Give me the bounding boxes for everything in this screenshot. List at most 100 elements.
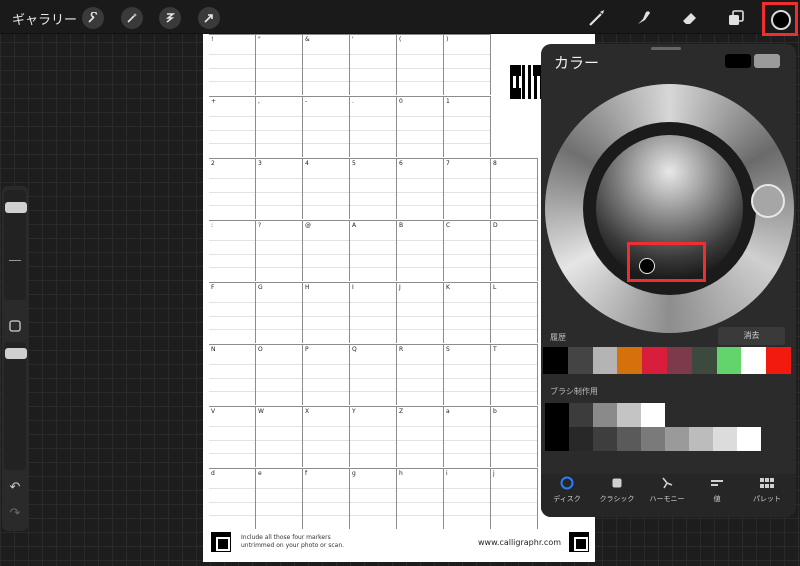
opacity-thumb[interactable] (5, 347, 27, 359)
history-swatch[interactable] (567, 347, 593, 374)
grid-cell: Q (350, 344, 397, 405)
eraser-icon[interactable] (678, 6, 702, 30)
grid-cell: 7 (444, 158, 491, 219)
tab-disc[interactable]: ディスク (543, 476, 591, 504)
brush-swatch[interactable] (617, 403, 641, 427)
qr-code (510, 65, 544, 99)
cell-label: G (258, 284, 263, 291)
grid-cell: , (256, 96, 303, 157)
grid-cell: W (256, 406, 303, 467)
cell-label: N (211, 346, 216, 353)
brush-swatch[interactable] (545, 403, 569, 427)
cell-label: P (305, 346, 309, 353)
wand-icon[interactable] (121, 7, 143, 29)
grid-cell: B (397, 220, 444, 281)
grid-cell: + (209, 96, 256, 157)
tab-label: クラシック (599, 495, 635, 503)
clear-history-button[interactable]: 消去 (718, 327, 785, 345)
history-swatch[interactable] (766, 347, 791, 374)
grid-cell: 6 (397, 158, 444, 219)
modify-button[interactable] (2, 320, 28, 336)
tab-harmony[interactable]: ハーモニー (643, 476, 691, 504)
brush-palette-label: ブラシ制作用 (550, 387, 598, 396)
undo-icon[interactable]: ↶ (2, 480, 28, 495)
history-swatch[interactable] (543, 347, 568, 374)
history-swatch[interactable] (716, 347, 742, 374)
redo-icon[interactable]: ↷ (2, 506, 28, 521)
cell-label: 8 (493, 160, 497, 167)
history-swatch[interactable] (642, 347, 667, 374)
grid-cell: . (350, 96, 397, 157)
history-swatch[interactable] (666, 347, 692, 374)
brush-swatch[interactable] (593, 403, 617, 427)
tab-sliders[interactable]: 値 (693, 476, 741, 504)
cell-label: 7 (446, 160, 450, 167)
cell-label: I (352, 284, 354, 291)
brush-swatch[interactable] (593, 427, 617, 451)
grid-row: :? @ A B C D (209, 220, 539, 281)
brush-swatch[interactable] (569, 403, 593, 427)
hue-knob[interactable] (751, 184, 785, 218)
grid-cell: T (491, 344, 538, 405)
brush-icon[interactable] (585, 6, 609, 30)
brush-swatch[interactable] (545, 427, 569, 451)
cell-label: : (211, 222, 214, 229)
brush-swatch[interactable] (641, 403, 665, 427)
wrench-icon[interactable] (82, 7, 104, 29)
transform-icon[interactable] (198, 7, 220, 29)
disc-icon (543, 476, 591, 494)
tab-square[interactable]: クラシック (593, 476, 641, 504)
brush-swatch[interactable] (689, 427, 713, 451)
top-toolbar: ギャラリー (0, 0, 800, 36)
sliders-icon (693, 476, 741, 494)
gallery-button[interactable]: ギャラリー (12, 9, 77, 28)
saturation-knob[interactable] (639, 258, 655, 274)
cell-label: Z (399, 408, 404, 415)
brush-palette (545, 403, 771, 453)
history-swatch[interactable] (592, 347, 618, 374)
tab-palette-grid[interactable]: パレット (743, 476, 791, 504)
color-button[interactable] (771, 10, 791, 30)
cell-label: g (352, 470, 356, 477)
brush-size-thumb[interactable] (5, 201, 27, 213)
grid-cell: C (444, 220, 491, 281)
grid-cell: V (209, 406, 256, 467)
brush-swatch[interactable] (665, 427, 689, 451)
cell-label: 6 (399, 160, 403, 167)
history-swatch[interactable] (741, 347, 767, 374)
previous-color-swatch[interactable] (754, 54, 780, 68)
harmony-icon (643, 476, 691, 494)
panel-handle[interactable] (651, 47, 681, 50)
left-sidebar: ↶ ↷ (2, 186, 28, 531)
cell-label: W (258, 408, 264, 415)
grid-row: F G H I J K L (209, 282, 539, 343)
grid-cell: K (444, 282, 491, 343)
cell-label: B (399, 222, 404, 229)
brush-swatch[interactable] (713, 427, 737, 451)
grid-cell: 4 (303, 158, 350, 219)
brush-swatch[interactable] (569, 427, 593, 451)
grid-cell: 1 (444, 96, 491, 157)
grid-cell: Y (350, 406, 397, 467)
brush-swatch[interactable] (641, 427, 665, 451)
brush-swatch[interactable] (617, 427, 641, 451)
brush-swatch[interactable] (737, 427, 761, 451)
history-swatches (543, 347, 791, 374)
color-mode-tabs: ディスク クラシック ハーモニー 値 パレット (541, 474, 796, 517)
selection-icon[interactable] (159, 7, 181, 29)
current-color-swatch[interactable] (725, 54, 751, 68)
grid-cell: i (444, 468, 491, 529)
smudge-icon[interactable] (632, 6, 656, 30)
grid-cell: " (256, 34, 303, 95)
cell-label: e (258, 470, 262, 477)
grid-cell: d (209, 468, 256, 529)
canvas-page[interactable]: ! " & ' () +, -. 0 1 2 3 4 5 6 7 8:? @ A B C D F G H I J K L N O P Q R S T… (203, 34, 595, 562)
note-line: untrimmed on your photo or scan. (241, 542, 345, 549)
grid-row: d e f g h i j (209, 468, 539, 529)
grid-cell: 8 (491, 158, 538, 219)
history-swatch[interactable] (617, 347, 643, 374)
opacity-slider[interactable] (4, 342, 26, 470)
layers-icon[interactable] (724, 6, 748, 30)
cell-label: D (493, 222, 498, 229)
history-swatch[interactable] (691, 347, 717, 374)
